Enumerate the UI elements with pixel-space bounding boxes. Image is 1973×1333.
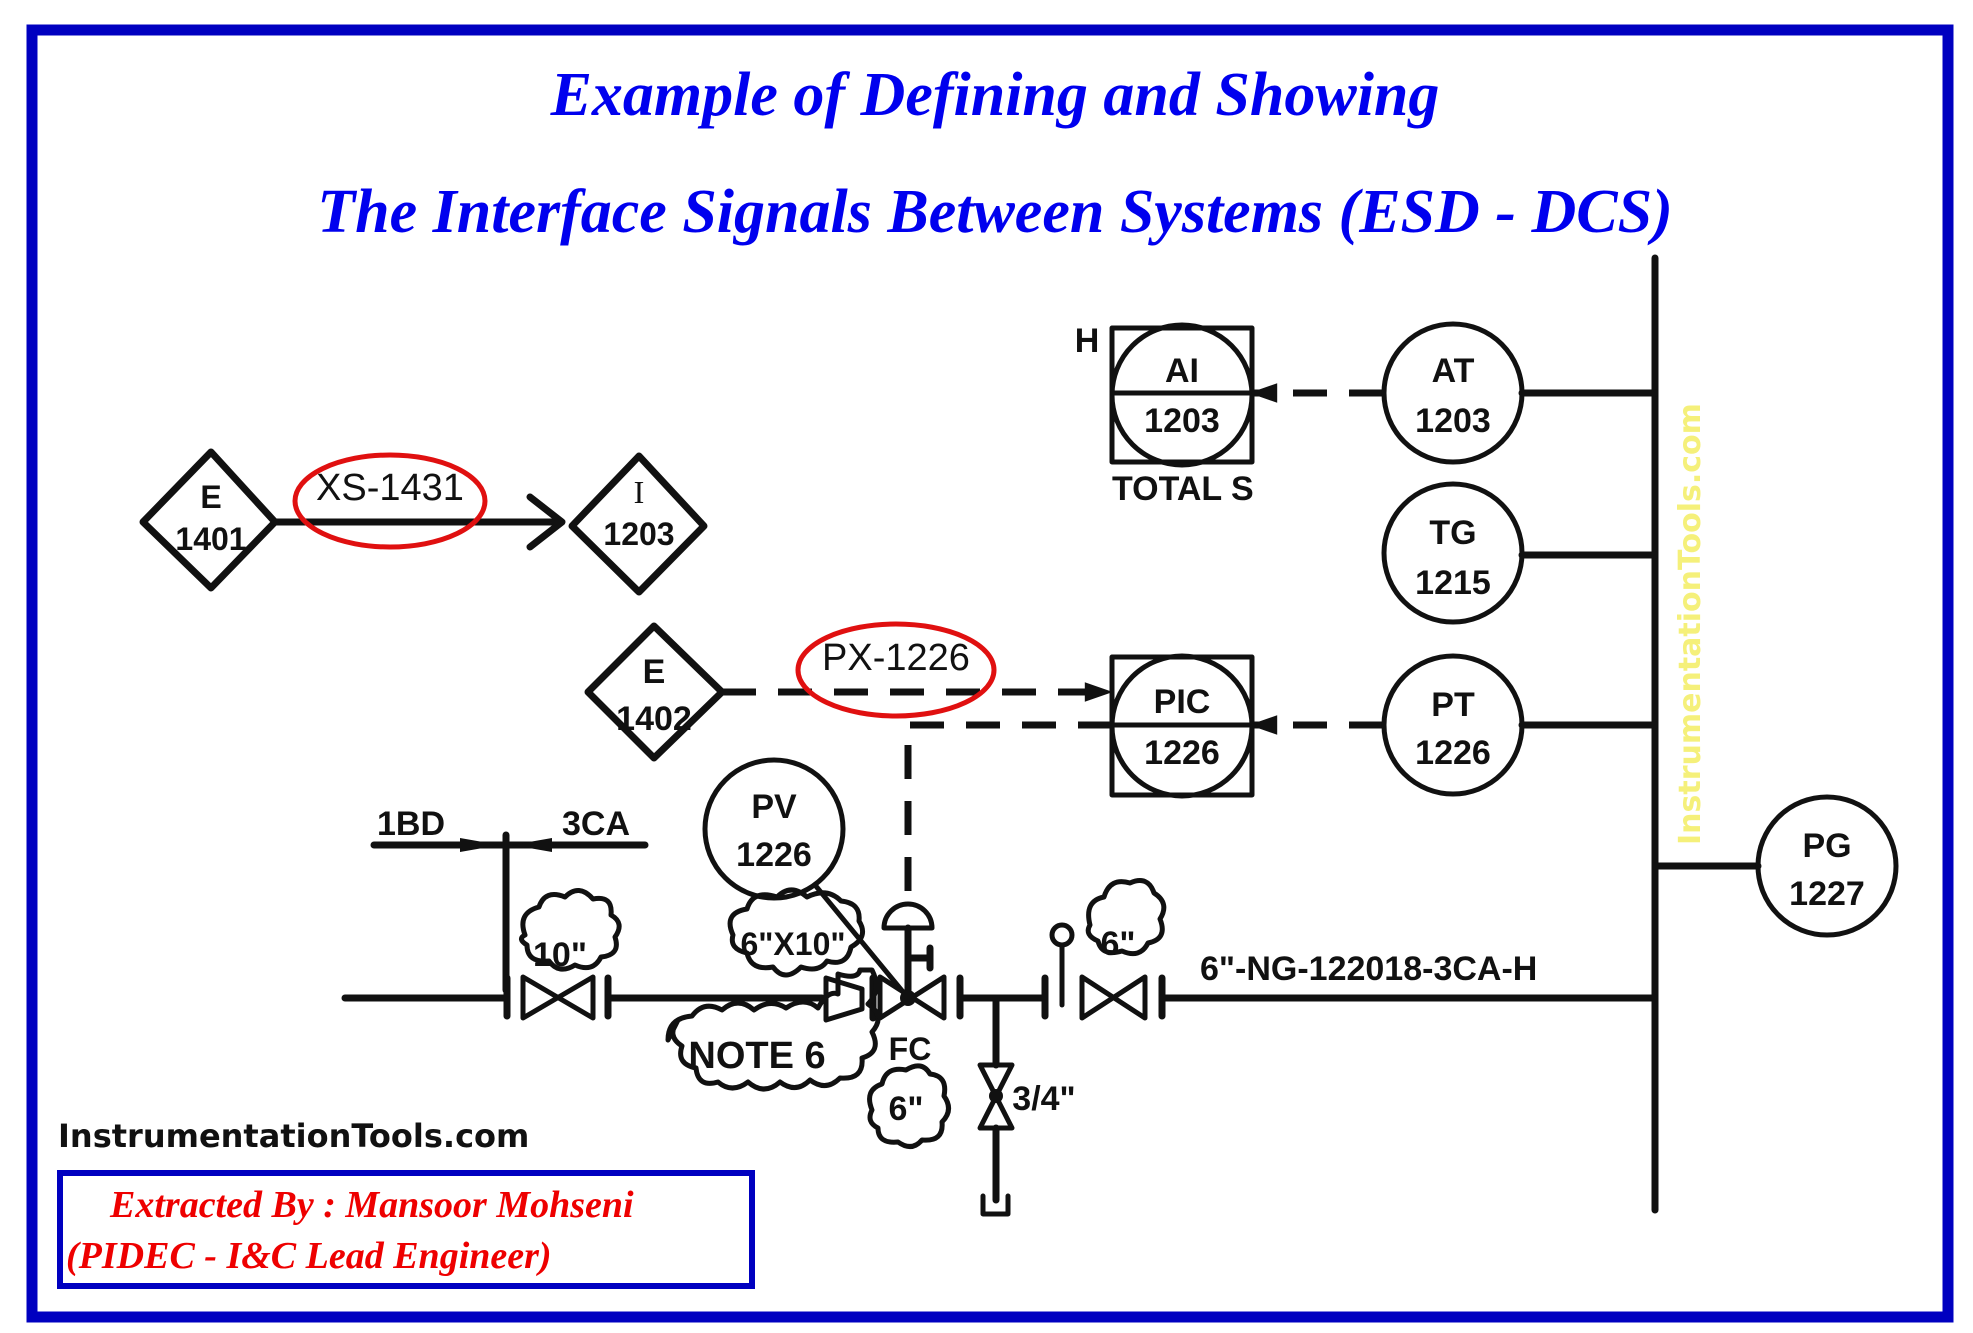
diagram-canvas: Example of Defining and Showing The Inte… — [26, 24, 1954, 1323]
instrument-tg-1215[interactable]: TG 1215 — [1381, 481, 1525, 625]
tg-number: 1215 — [1415, 564, 1491, 602]
diamond-e1401[interactable] — [139, 448, 279, 592]
signal-xs-1431[interactable]: E 1401 I 1203 XS-1431 — [139, 448, 708, 596]
pic-letters: PIC — [1154, 683, 1211, 721]
pv-letters: PV — [751, 788, 797, 826]
signal-tag-xs-1431: XS-1431 — [316, 467, 464, 509]
spec-arrow-right — [512, 838, 552, 852]
diamond-i1203-number: 1203 — [603, 516, 674, 552]
diaphragm-actuator — [881, 901, 935, 931]
spec-arrow-left — [460, 838, 500, 852]
diamond-e1402-number: 1402 — [616, 700, 692, 738]
diamond-e1401-letter: E — [200, 479, 221, 515]
pg-circle — [1755, 794, 1899, 938]
valve-body — [520, 974, 596, 1021]
instrument-at-1203[interactable]: AT 1203 — [1381, 321, 1525, 465]
diamond-e1401-number: 1401 — [175, 521, 246, 557]
fail-mode-label: FC — [889, 1031, 932, 1067]
tg-letters: TG — [1429, 514, 1476, 552]
position-indicator — [1049, 922, 1075, 948]
pic-number: 1226 — [1144, 734, 1220, 772]
instrument-pic-1226[interactable]: PIC 1226 — [1109, 653, 1255, 799]
watermark-vertical: InstrumentationTools.com — [1673, 403, 1708, 845]
footer-site: InstrumentationTools.com — [58, 1117, 529, 1155]
ai-letters: AI — [1165, 352, 1199, 390]
instrument-pt-1226[interactable]: PT 1226 — [1381, 653, 1525, 797]
drain-size-label: 3/4" — [1012, 1080, 1075, 1118]
pv-circle — [702, 757, 846, 901]
pv-number: 1226 — [736, 836, 812, 874]
drain-valve-dot — [989, 1089, 1003, 1103]
at-circle — [1381, 321, 1525, 465]
pg-number: 1227 — [1789, 875, 1865, 913]
control-valve-pv-1226[interactable] — [877, 901, 964, 1021]
diamond-e1402[interactable] — [584, 622, 726, 762]
pg-letters: PG — [1802, 827, 1851, 865]
ai-number: 1203 — [1144, 402, 1220, 440]
spec-right-label: 3CA — [562, 805, 630, 843]
drain-valve[interactable] — [977, 1062, 1015, 1131]
alarm-high-label: H — [1075, 322, 1100, 360]
size-label-6in: 6" — [1100, 925, 1135, 963]
pt-letters: PT — [1431, 686, 1475, 724]
title-line-2: The Interface Signals Between Systems (E… — [317, 178, 1672, 246]
spec-left-label: 1BD — [377, 805, 445, 843]
title-line-1: Example of Defining and Showing — [550, 61, 1440, 129]
size-label-10in: 10" — [533, 936, 587, 974]
instrument-pv-1226[interactable]: PV 1226 — [702, 757, 846, 901]
credit-line-2[interactable]: (PIDEC - I&C Lead Engineer) — [66, 1235, 552, 1277]
size-label-reducer: 6"X10" — [740, 926, 845, 962]
instrument-ai-1203[interactable]: H AI 1203 TOTAL S — [1075, 322, 1255, 508]
signal-pic-to-valve — [904, 721, 1112, 905]
pt-number: 1226 — [1415, 734, 1491, 772]
pt-circle — [1381, 653, 1525, 797]
credit-line-1[interactable]: Extracted By : Mansoor Mohseni — [109, 1184, 634, 1226]
diamond-e1402-letter: E — [643, 653, 666, 691]
at-letters: AT — [1432, 352, 1475, 390]
at-number: 1203 — [1415, 402, 1491, 440]
note-label: NOTE 6 — [688, 1035, 825, 1077]
size-label-cv: 6" — [888, 1090, 923, 1128]
line-number-label: 6"-NG-122018-3CA-H — [1200, 950, 1537, 988]
signal-px-1226[interactable]: E 1402 PX-1226 — [584, 621, 1113, 762]
signal-tag-px-1226: PX-1226 — [822, 637, 970, 679]
gate-6in-body — [1079, 974, 1148, 1021]
instrument-pg-1227[interactable]: PG 1227 — [1755, 794, 1899, 938]
gate-valve-10in[interactable] — [503, 974, 612, 1021]
diamond-i1203-letter: I — [634, 474, 645, 510]
reducer[interactable] — [823, 975, 865, 1023]
ai-note: TOTAL S — [1112, 470, 1254, 508]
